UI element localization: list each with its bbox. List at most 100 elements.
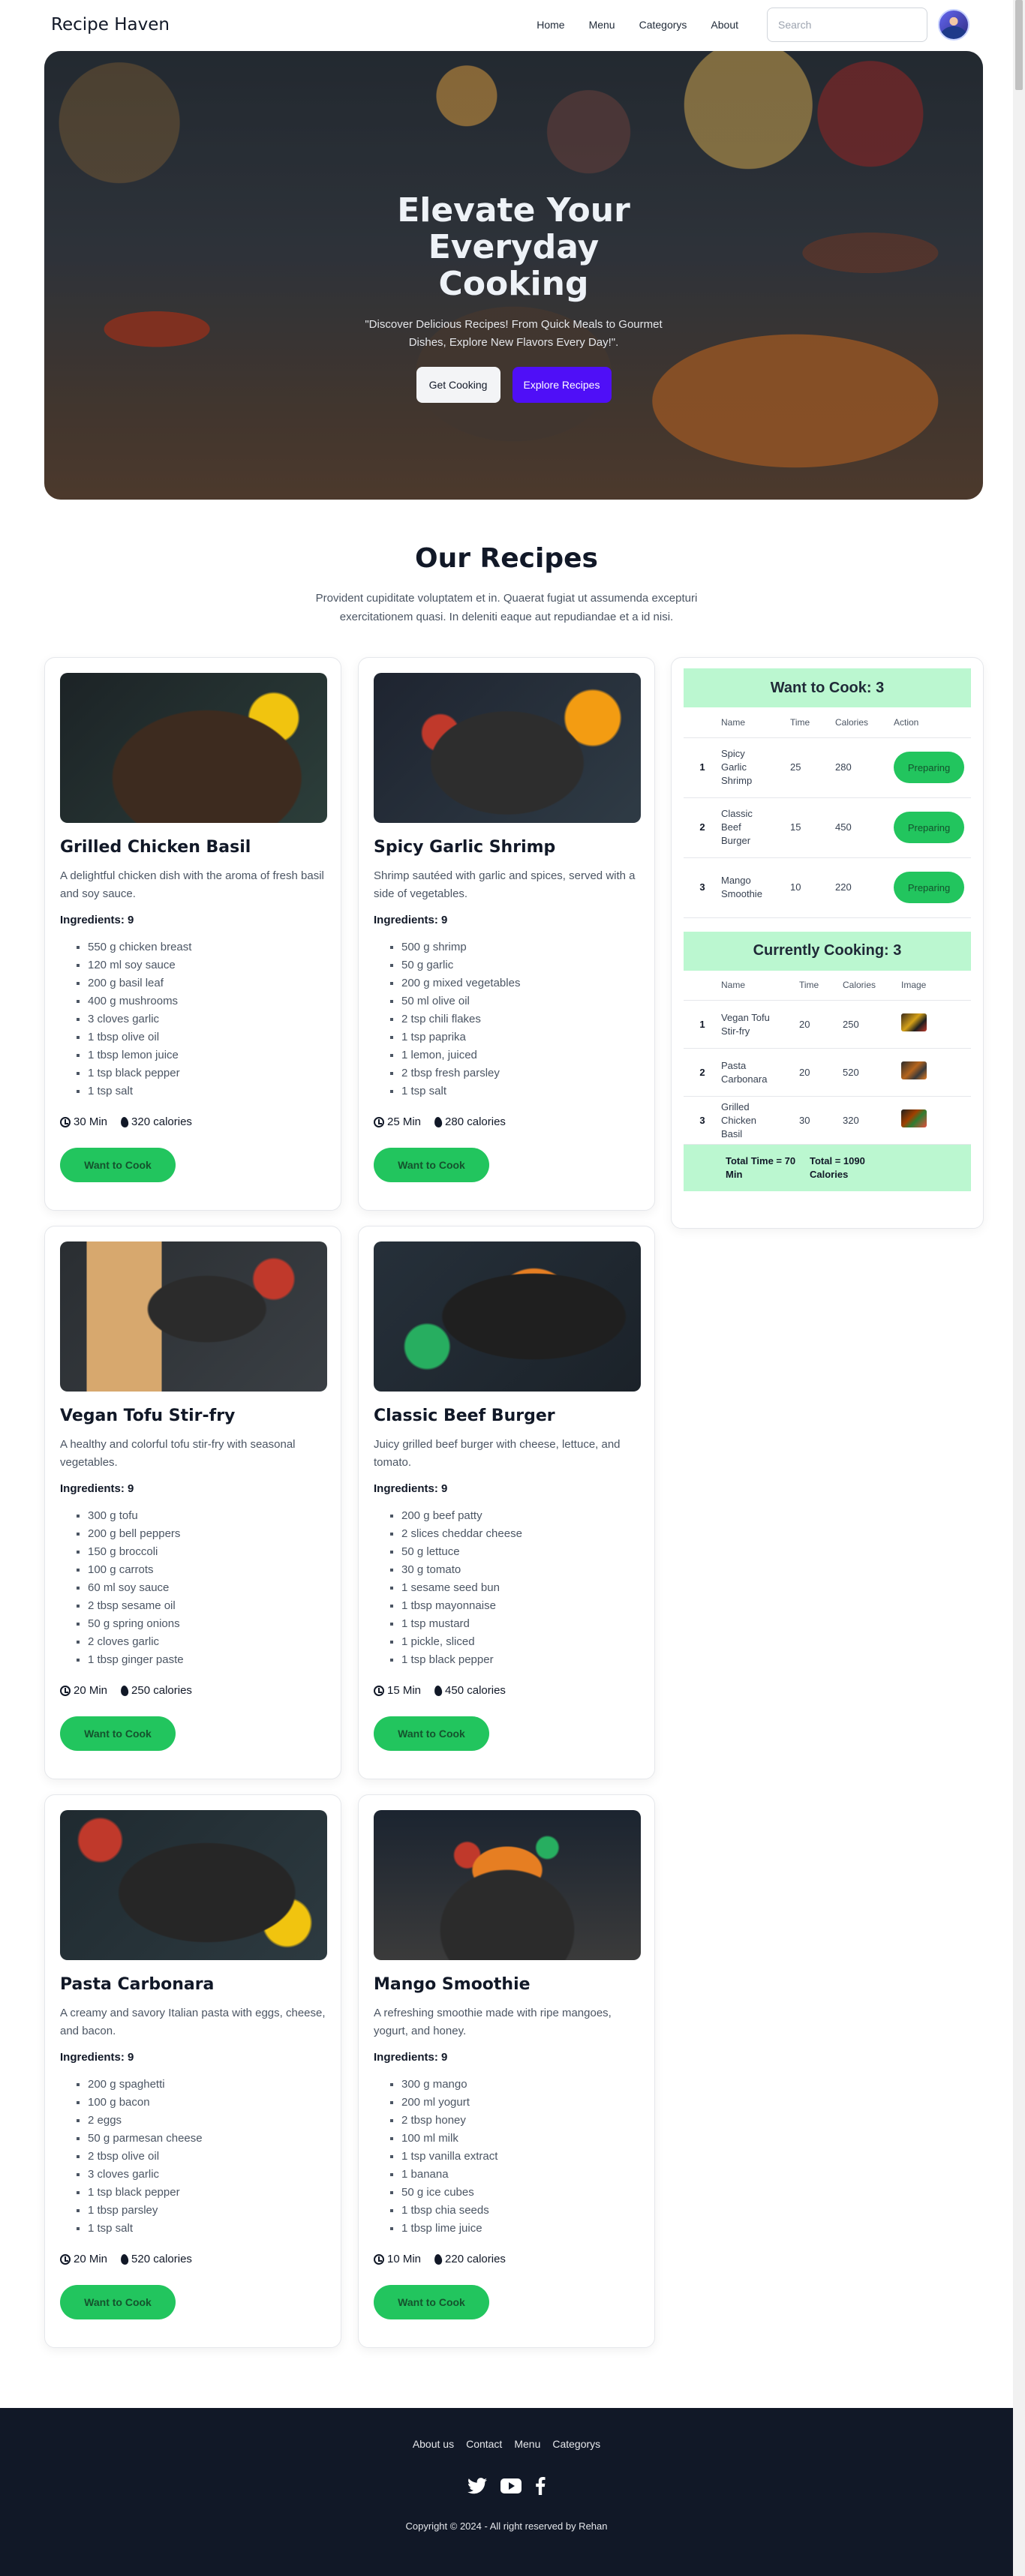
calorie-info: 450 calories — [434, 1684, 506, 1697]
recipe-time: 30 Min — [74, 1115, 108, 1128]
hero-title: Elevate Your Everyday Cooking — [397, 191, 630, 303]
recipe-description: A refreshing smoothie made with ripe man… — [374, 2007, 612, 2037]
ingredients-count: Ingredients: 9 — [60, 1482, 134, 1495]
hero-subtitle: "Discover Delicious Recipes! From Quick … — [365, 318, 663, 349]
footer-link-categorys[interactable]: Categorys — [546, 2438, 606, 2450]
row-time: 30 — [799, 1096, 843, 1145]
time-info: 20 Min — [60, 1684, 107, 1697]
time-info: 20 Min — [60, 2253, 107, 2265]
ingredient-item: 200 g spaghetti — [88, 2076, 326, 2094]
want-to-cook-button[interactable]: Want to Cook — [60, 1148, 176, 1182]
clock-icon — [374, 2253, 384, 2265]
ingredient-item: 300 g tofu — [88, 1507, 326, 1525]
ingredient-item: 1 tbsp mayonnaise — [401, 1597, 639, 1615]
recipe-description: Shrimp sautéed with garlic and spices, s… — [374, 869, 636, 900]
ingredient-item: 50 g ice cubes — [401, 2184, 639, 2202]
nav-link-categorys[interactable]: Categorys — [627, 19, 699, 31]
col-index — [684, 970, 721, 1001]
calorie-info: 280 calories — [434, 1115, 506, 1128]
ingredient-item: 120 ml soy sauce — [88, 956, 326, 974]
ingredient-item: 2 slices cheddar cheese — [401, 1525, 639, 1543]
avatar[interactable] — [938, 9, 969, 41]
footer-link-menu[interactable]: Menu — [508, 2438, 546, 2450]
row-name: Mango Smoothie — [721, 857, 790, 918]
ingredient-item: 1 pickle, sliced — [401, 1633, 639, 1651]
recipe-thumbnail — [901, 1109, 927, 1127]
recipe-time: 15 Min — [387, 1684, 422, 1697]
twitter-icon[interactable] — [467, 2478, 487, 2494]
footer-link-contact[interactable]: Contact — [460, 2438, 508, 2450]
want-to-cook-button[interactable]: Want to Cook — [374, 1716, 489, 1751]
total-calories: Total = 1090 Calories — [810, 1155, 865, 1180]
ingredient-item: 1 lemon, juiced — [401, 1046, 639, 1064]
want-to-cook-table: Name Time Calories Action 1 Spicy Garlic… — [684, 707, 971, 918]
want-to-cook-button[interactable]: Want to Cook — [60, 1716, 176, 1751]
col-time: Time — [799, 970, 843, 1001]
section-description: Provident cupiditate voluptatem et in. Q… — [315, 592, 698, 623]
col-time: Time — [790, 707, 835, 738]
recipe-title: Spicy Garlic Shrimp — [374, 838, 556, 857]
table-row: 2 Classic Beef Burger 15 450 Preparing — [684, 797, 971, 858]
recipe-card: Pasta Carbonara A creamy and savory Ital… — [44, 1794, 341, 2348]
recipe-calories: 220 calories — [445, 2253, 506, 2265]
fire-icon — [120, 1684, 129, 1697]
brand-logo[interactable]: Recipe Haven — [51, 15, 170, 35]
recipe-card: Mango Smoothie A refreshing smoothie mad… — [358, 1794, 655, 2348]
nav-link-about[interactable]: About — [699, 19, 750, 31]
ingredient-item: 1 tbsp ginger paste — [88, 1651, 326, 1669]
ingredient-item: 200 ml yogurt — [401, 2094, 639, 2112]
ingredient-item: 200 g mixed vegetables — [401, 974, 639, 992]
ingredient-item: 3 cloves garlic — [88, 1010, 326, 1028]
hero-buttons: Get Cooking Explore Recipes — [44, 367, 983, 403]
recipe-card: Classic Beef Burger Juicy grilled beef b… — [358, 1226, 655, 1779]
explore-recipes-button[interactable]: Explore Recipes — [512, 367, 612, 403]
time-info: 25 Min — [374, 1115, 421, 1128]
recipe-meta: 20 Min 520 calories — [60, 2253, 326, 2265]
recipe-image — [60, 673, 327, 823]
ingredient-item: 100 ml milk — [401, 2130, 639, 2148]
get-cooking-button[interactable]: Get Cooking — [416, 367, 500, 403]
scrollbar-thumb[interactable] — [1015, 0, 1023, 90]
preparing-button[interactable]: Preparing — [894, 812, 964, 843]
clock-icon — [374, 1116, 384, 1127]
search-input[interactable] — [767, 8, 927, 42]
col-name: Name — [721, 707, 790, 738]
ingredients-count: Ingredients: 9 — [374, 2051, 448, 2064]
row-calories: 450 — [835, 797, 894, 858]
scrollbar[interactable] — [1013, 0, 1025, 2576]
col-calories: Calories — [835, 707, 894, 738]
want-to-cook-button[interactable]: Want to Cook — [374, 2285, 489, 2319]
want-to-cook-button[interactable]: Want to Cook — [374, 1148, 489, 1182]
ingredients-count: Ingredients: 9 — [60, 2051, 134, 2064]
recipe-image — [374, 1810, 641, 1960]
nav-link-menu[interactable]: Menu — [577, 19, 627, 31]
recipe-image — [374, 673, 641, 823]
preparing-button[interactable]: Preparing — [894, 872, 964, 903]
ingredient-item: 300 g mango — [401, 2076, 639, 2094]
ingredient-item: 200 g basil leaf — [88, 974, 326, 992]
ingredient-item: 50 g spring onions — [88, 1615, 326, 1633]
ingredient-item: 1 tsp paprika — [401, 1028, 639, 1046]
ingredient-item: 1 tsp black pepper — [401, 1651, 639, 1669]
ingredient-item: 2 tbsp olive oil — [88, 2148, 326, 2166]
nav-link-home[interactable]: Home — [525, 19, 576, 31]
row-index: 1 — [684, 1000, 721, 1049]
recipe-card: Vegan Tofu Stir-fry A healthy and colorf… — [44, 1226, 341, 1779]
hero-content: Elevate Your Everyday Cooking "Discover … — [44, 192, 983, 403]
ingredient-item: 50 g lettuce — [401, 1543, 639, 1561]
footer-link-about[interactable]: About us — [407, 2438, 460, 2450]
ingredient-item: 400 g mushrooms — [88, 992, 326, 1010]
section-title: Our Recipes — [415, 543, 598, 574]
ingredient-item: 1 tsp mustard — [401, 1615, 639, 1633]
preparing-button[interactable]: Preparing — [894, 752, 964, 783]
facebook-icon[interactable] — [535, 2477, 546, 2495]
currently-cooking-table: Name Time Calories Image 1 Vegan Tofu St… — [684, 970, 971, 1145]
want-to-cook-button[interactable]: Want to Cook — [60, 2285, 176, 2319]
recipe-image — [374, 1241, 641, 1392]
table-row: 3 Mango Smoothie 10 220 Preparing — [684, 857, 971, 918]
ingredients-list: 200 g spaghetti100 g bacon2 eggs50 g par… — [60, 2076, 326, 2238]
youtube-icon[interactable] — [500, 2478, 522, 2493]
row-calories: 280 — [835, 737, 894, 798]
recipe-meta: 30 Min 320 calories — [60, 1115, 326, 1128]
cooking-totals: Total Time = 70 Min Total = 1090 Calorie… — [684, 1145, 971, 1191]
